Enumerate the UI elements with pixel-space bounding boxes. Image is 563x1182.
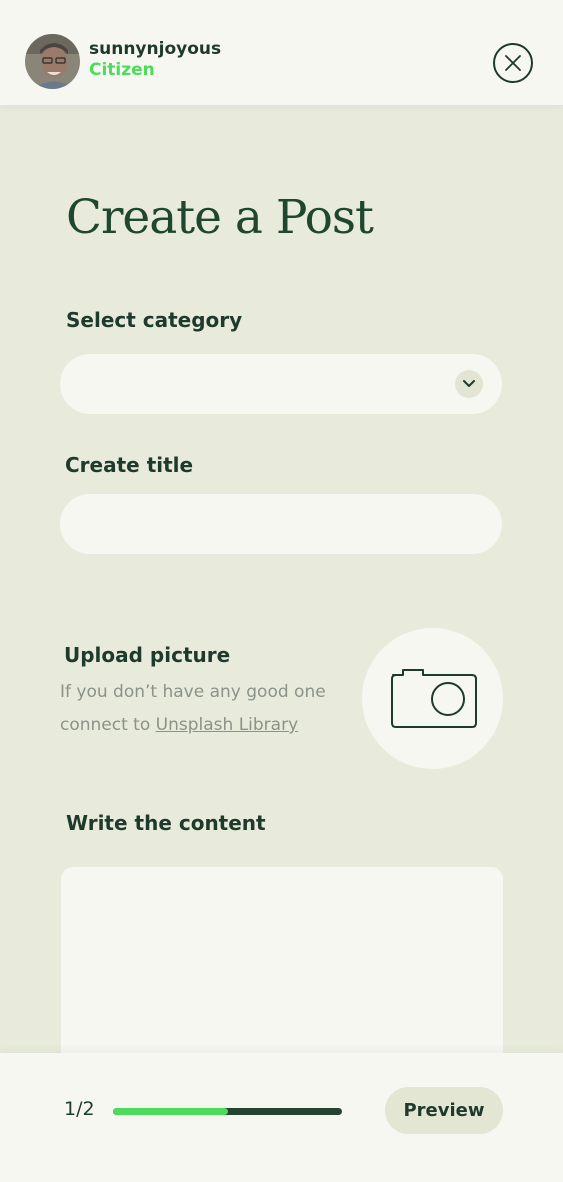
upload-picture-button[interactable]: [362, 628, 503, 769]
title-input[interactable]: [60, 494, 502, 554]
category-label: Select category: [66, 308, 243, 332]
username: sunnynjoyous: [89, 39, 222, 59]
user-avatar[interactable]: [25, 34, 80, 89]
avatar-photo: [25, 34, 80, 89]
close-icon: [505, 55, 521, 71]
user-role: Citizen: [89, 60, 155, 80]
upload-hint: If you don’t have any good one connect t…: [60, 676, 340, 742]
header: sunnynjoyous Citizen: [0, 0, 563, 105]
page-title: Create a Post: [66, 190, 374, 245]
progress-bar: [113, 1108, 342, 1115]
preview-button[interactable]: Preview: [385, 1087, 503, 1134]
title-label: Create title: [65, 453, 194, 477]
category-select[interactable]: [60, 354, 502, 414]
unsplash-library-link[interactable]: Unsplash Library: [156, 715, 298, 735]
progress-fill: [113, 1108, 228, 1115]
upload-label: Upload picture: [64, 643, 231, 667]
footer: 1/2 Preview: [0, 1053, 563, 1182]
step-indicator: 1/2: [64, 1098, 95, 1120]
content-label: Write the content: [66, 811, 266, 835]
camera-icon: [391, 669, 477, 728]
close-button[interactable]: [493, 43, 533, 83]
